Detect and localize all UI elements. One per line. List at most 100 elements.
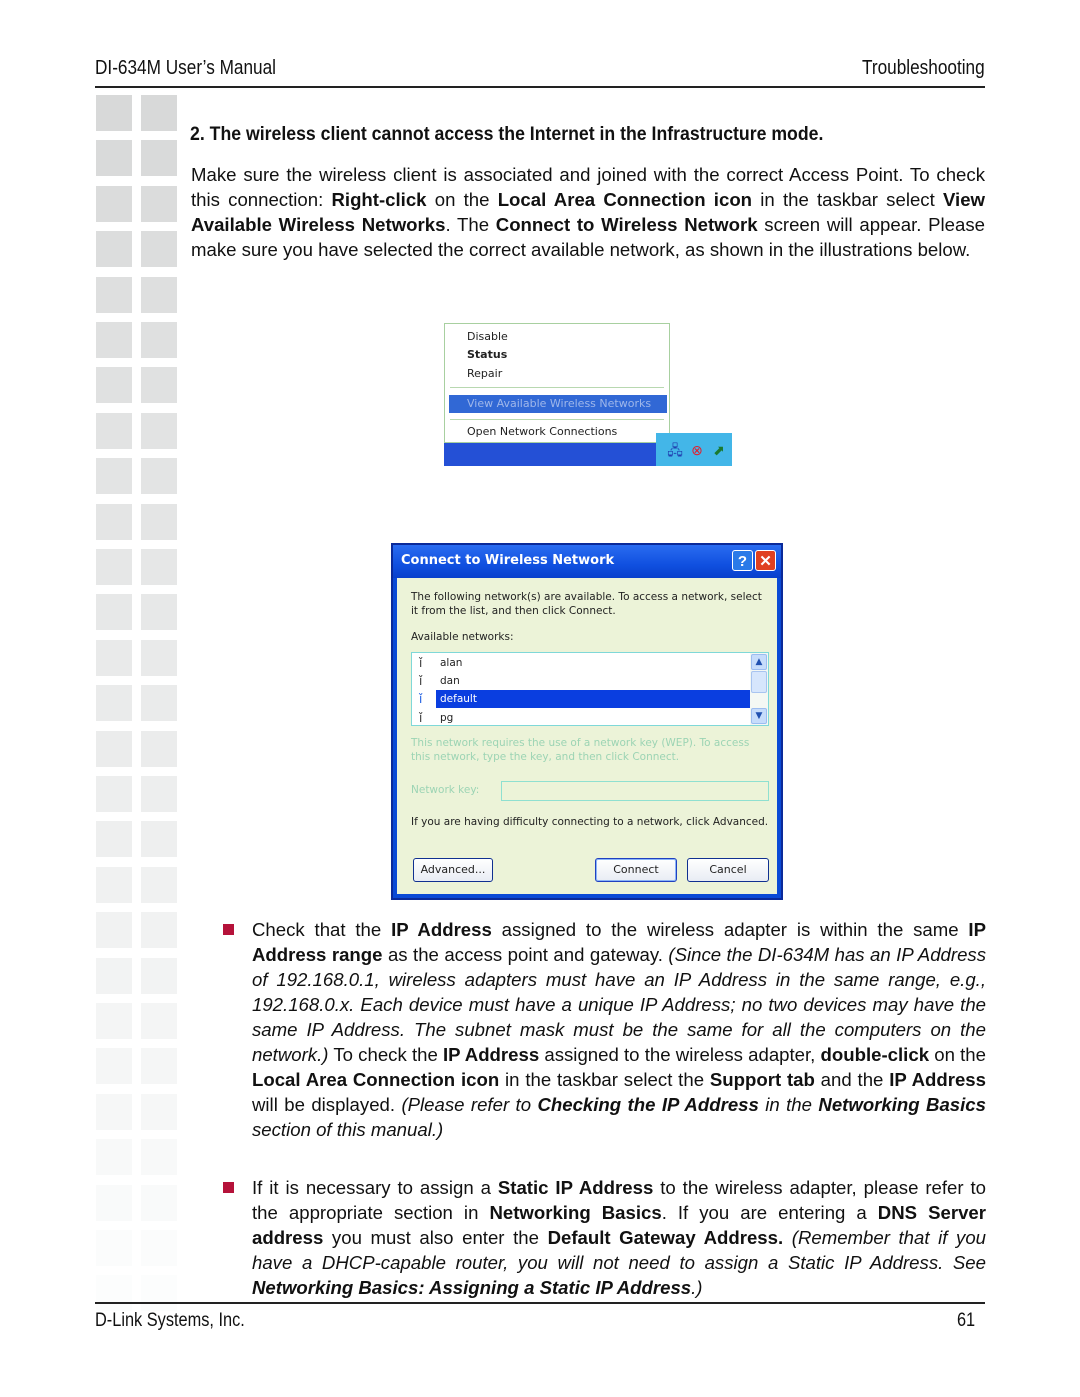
decorative-square	[141, 322, 177, 358]
text: . If you are entering a	[661, 1202, 878, 1223]
menu-separator	[450, 387, 664, 388]
text: assigned to the wireless adapter is with…	[491, 919, 969, 940]
network-item[interactable]: ǐ dan	[412, 672, 750, 690]
network-name: dan	[440, 675, 460, 687]
menu-separator	[450, 419, 664, 420]
bold-italic-text: Networking Basics: Assigning a Static IP…	[252, 1277, 692, 1298]
network-computers-icon[interactable]: 🖧	[666, 441, 684, 459]
text: on the	[929, 1044, 986, 1065]
decorative-square	[141, 95, 177, 131]
company-name: D-Link Systems, Inc.	[95, 1310, 245, 1331]
network-name: alan	[440, 657, 463, 669]
scroll-thumb[interactable]	[751, 671, 767, 693]
network-key-input[interactable]	[501, 781, 769, 801]
context-menu-screenshot: Disable Status Repair View Available Wir…	[444, 323, 732, 468]
bold-text: IP Address	[443, 1044, 540, 1065]
network-name: default	[436, 690, 750, 708]
text: as the access point and gateway.	[382, 944, 669, 965]
text: in the taskbar select	[752, 189, 943, 210]
decorative-square	[96, 367, 132, 404]
close-button[interactable]: ✕	[755, 550, 776, 571]
decorative-square	[141, 140, 177, 177]
text: Check that the	[252, 919, 392, 940]
decorative-square	[96, 1048, 132, 1085]
decorative-square	[141, 231, 177, 268]
italic-text: section of this manual.)	[252, 1119, 444, 1140]
dialog-title: Connect to Wireless Network	[401, 553, 615, 568]
network-item[interactable]: ǐ alan	[412, 654, 750, 672]
bullet-ip-address-check: Check that the IP Address assigned to th…	[252, 917, 986, 1142]
decorative-square	[96, 1230, 132, 1266]
cancel-button[interactable]: Cancel	[687, 858, 769, 882]
wireless-adapter-icon[interactable]: ⬈	[710, 441, 728, 459]
bold-text: Static IP Address	[497, 1177, 654, 1198]
decorative-square	[141, 776, 177, 812]
decorative-square	[96, 140, 132, 177]
decorative-square	[96, 912, 132, 949]
decorative-square	[141, 1230, 177, 1266]
network-disconnected-icon[interactable]: ⊗	[688, 441, 706, 459]
decorative-square	[141, 639, 177, 676]
bold-text: Support tab	[709, 1069, 815, 1090]
bullet-marker	[223, 924, 234, 935]
bullet-marker	[223, 1182, 234, 1193]
decorative-square-grid	[96, 95, 180, 1312]
bold-text: double-click	[820, 1044, 930, 1065]
text: will be displayed.	[252, 1094, 402, 1115]
difficulty-note: If you are having difficulty connecting …	[411, 816, 769, 828]
decorative-square	[96, 685, 132, 722]
bold-text: IP Address	[391, 919, 492, 940]
menu-item-open-network-connections[interactable]: Open Network Connections	[467, 423, 617, 441]
decorative-square	[141, 367, 177, 404]
footer-divider	[95, 1302, 985, 1304]
decorative-square	[141, 503, 177, 540]
italic-text: (Please refer to	[401, 1094, 538, 1115]
decorative-square	[96, 549, 132, 585]
decorative-square	[96, 1184, 132, 1221]
scroll-down-icon[interactable]: ▼	[751, 708, 767, 724]
bold-italic-text: Networking Basics	[818, 1094, 986, 1115]
advanced-button[interactable]: Advanced...	[413, 858, 493, 882]
decorative-square	[141, 1048, 177, 1085]
section-title: Troubleshooting	[862, 57, 985, 79]
decorative-square	[141, 912, 177, 949]
decorative-square	[96, 594, 132, 631]
menu-item-view-available-wireless-networks[interactable]: View Available Wireless Networks	[449, 395, 667, 413]
bold-text: Right-click	[331, 189, 427, 210]
network-list[interactable]: ǐ alan ǐ dan ǐ default ǐ pg ▲ ▼	[411, 652, 769, 726]
dialog-description: The following network(s) are available. …	[411, 591, 762, 617]
wireless-network-icon: ǐ	[419, 656, 423, 670]
help-button[interactable]: ?	[732, 550, 753, 571]
page-number: 61	[956, 1310, 975, 1331]
wireless-network-icon: ǐ	[419, 692, 423, 706]
connect-button[interactable]: Connect	[595, 858, 677, 882]
page-header: DI-634M User’s Manual Troubleshooting	[95, 55, 985, 87]
decorative-square	[141, 730, 177, 767]
connect-wireless-dialog: Connect to Wireless Network ? ✕ The foll…	[391, 543, 783, 900]
system-tray: 🖧 ⊗ ⬈	[656, 433, 732, 466]
wep-note: This network requires the use of a netwo…	[411, 737, 750, 763]
scroll-up-icon[interactable]: ▲	[751, 654, 767, 670]
network-key-label: Network key:	[411, 784, 480, 796]
available-networks-label: Available networks:	[411, 631, 514, 643]
network-item[interactable]: ǐ pg	[412, 709, 750, 725]
decorative-square	[96, 776, 132, 812]
decorative-square	[96, 1003, 132, 1039]
menu-item-disable[interactable]: Disable	[467, 328, 508, 346]
decorative-square	[141, 458, 177, 495]
wireless-network-icon: ǐ	[419, 674, 423, 688]
menu-item-repair[interactable]: Repair	[467, 365, 502, 383]
decorative-square	[96, 639, 132, 676]
text: and the	[814, 1069, 890, 1090]
network-item-selected[interactable]: ǐ default	[412, 690, 750, 708]
decorative-square	[96, 821, 132, 858]
decorative-square	[141, 1139, 177, 1176]
menu-item-status[interactable]: Status	[467, 346, 507, 364]
text: in the taskbar select the	[499, 1069, 710, 1090]
decorative-square	[141, 412, 177, 449]
text: assigned to the wireless adapter,	[539, 1044, 821, 1065]
dialog-title-bar[interactable]: Connect to Wireless Network ? ✕	[393, 545, 781, 578]
bold-italic-text: Checking the IP Address	[537, 1094, 759, 1115]
decorative-square	[96, 730, 132, 767]
list-scrollbar[interactable]: ▲ ▼	[750, 653, 768, 725]
